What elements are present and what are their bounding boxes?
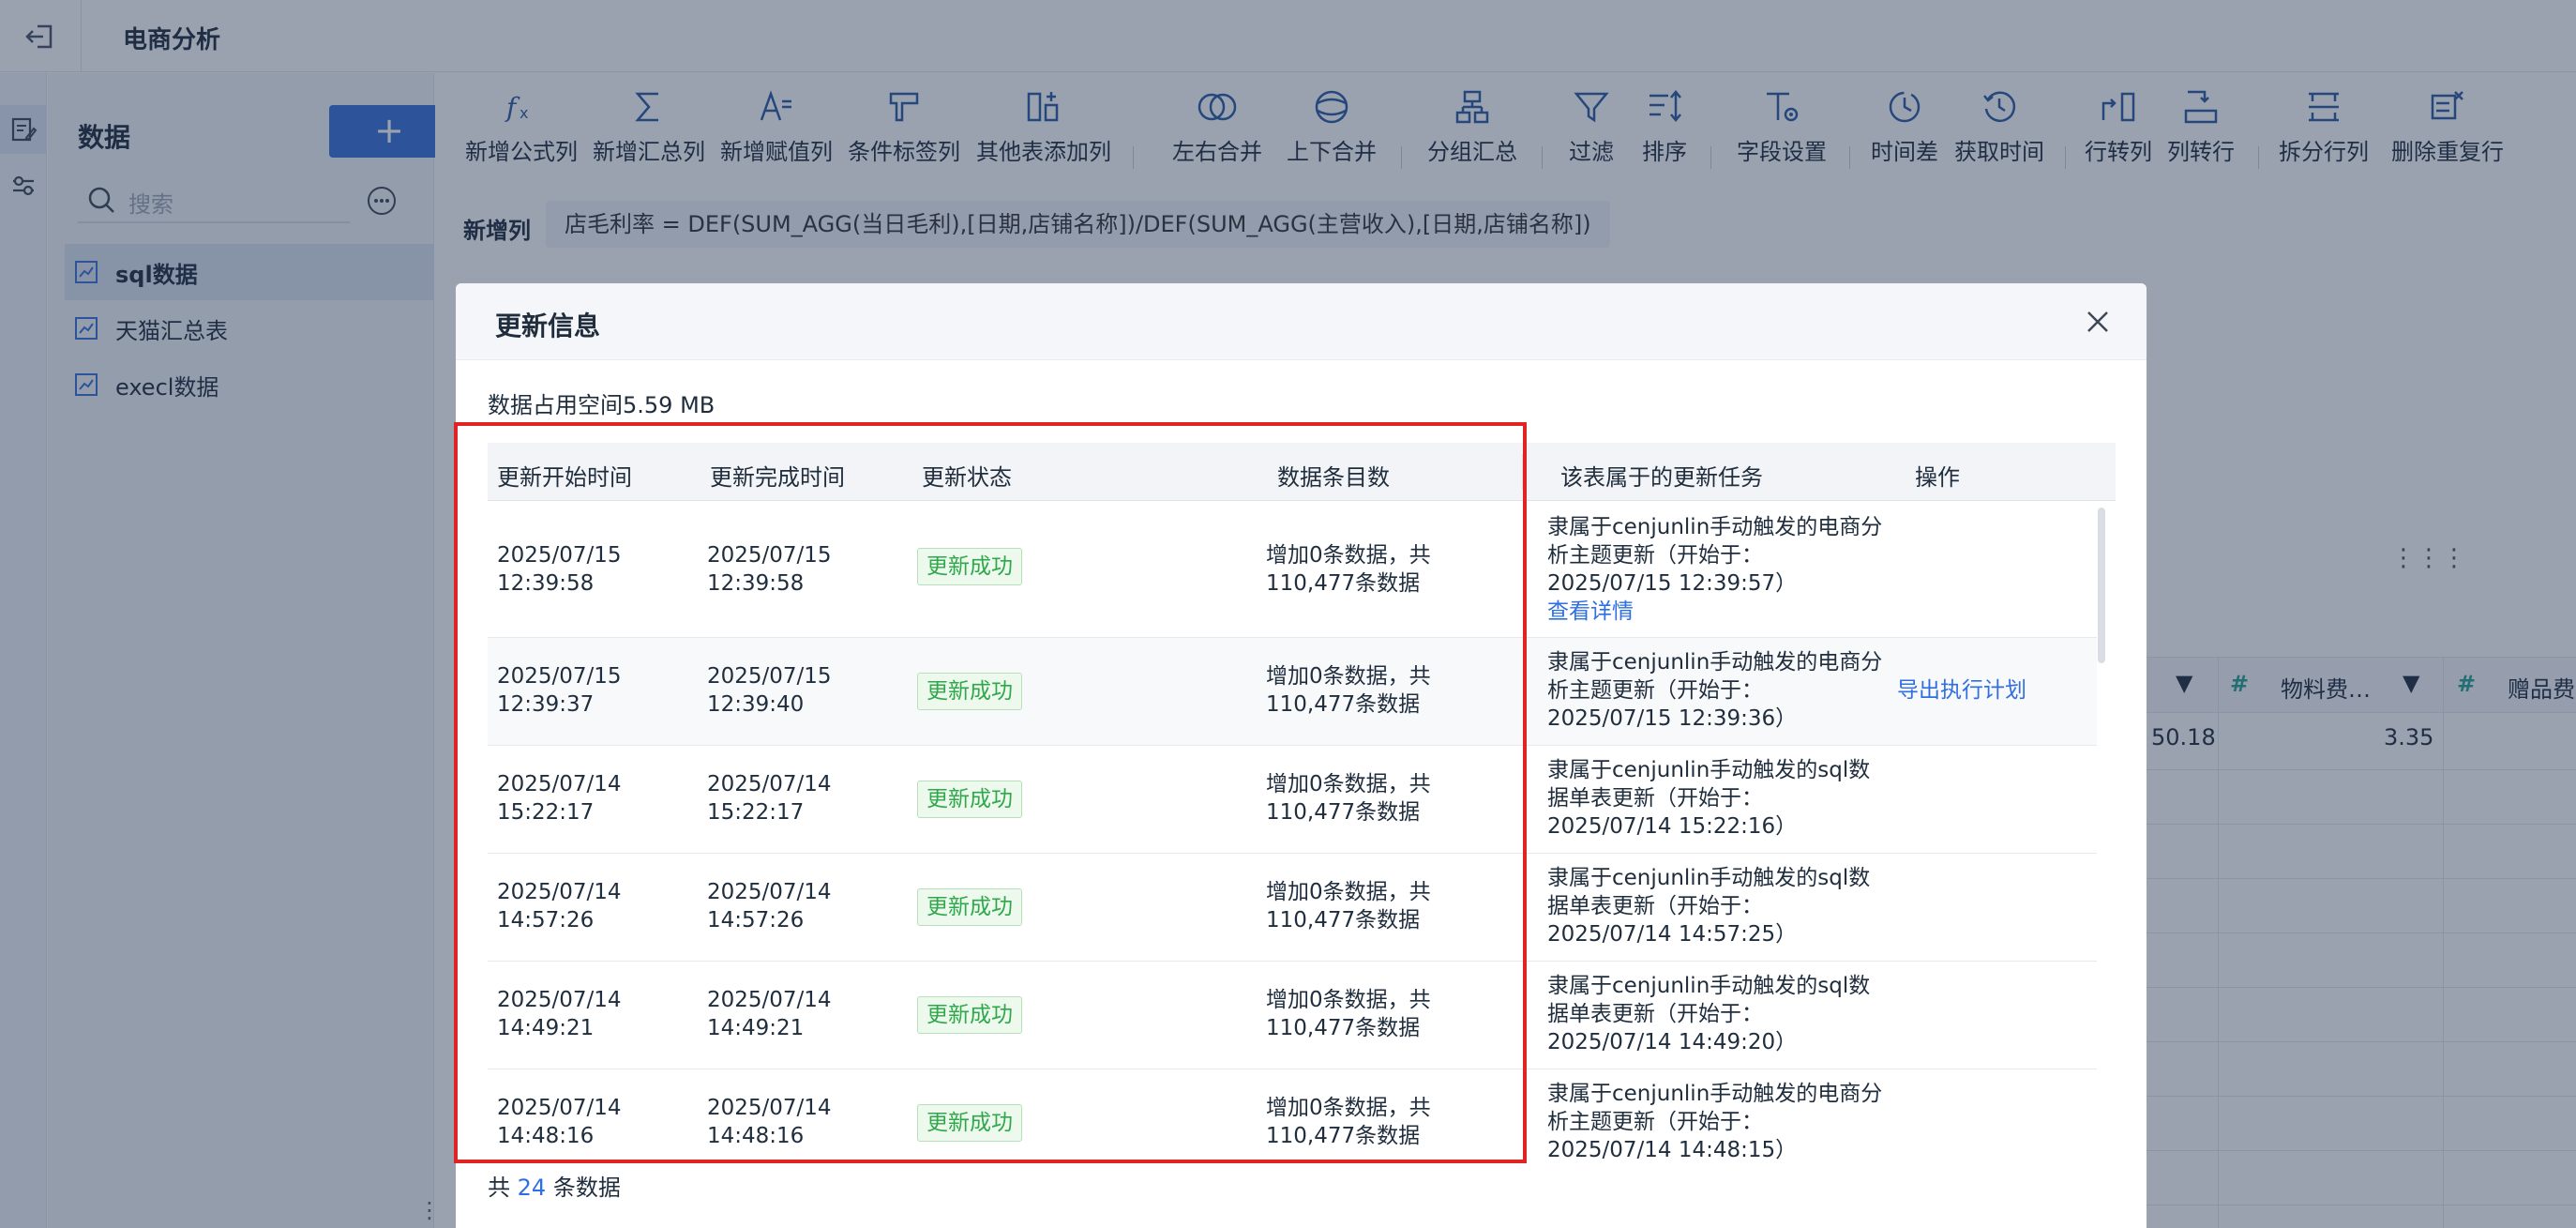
- dialog-title: 更新信息: [495, 311, 601, 341]
- update-task: 隶属于cenjunlin手动触发的sql数据单表更新（开始于：2025/07/1…: [1547, 974, 1871, 1054]
- column-header: 操作: [1915, 464, 1960, 491]
- table-scrollbar[interactable]: [2096, 502, 2107, 1164]
- update-task: 隶属于cenjunlin手动触发的电商分析主题更新（开始于：2025/07/15…: [1547, 515, 1883, 596]
- column-header: 该表属于的更新任务: [1560, 464, 1763, 491]
- footer-suffix: 条数据: [552, 1175, 621, 1201]
- update-task: 隶属于cenjunlin手动触发的sql数据单表更新（开始于：2025/07/1…: [1547, 866, 1871, 947]
- update-task: 隶属于cenjunlin手动触发的电商分析主题更新（开始于：2025/07/15…: [1547, 650, 1883, 731]
- close-icon[interactable]: [2082, 306, 2114, 338]
- scrollbar-thumb[interactable]: [2098, 508, 2105, 663]
- storage-size-label: 数据占用空间5.59 MB: [488, 392, 716, 418]
- total-count: 24: [517, 1175, 547, 1201]
- highlight-box: [454, 422, 1527, 1163]
- update-task: 隶属于cenjunlin手动触发的电商分析主题更新（开始于：2025/07/14…: [1547, 1082, 1883, 1162]
- footer-prefix: 共: [488, 1175, 510, 1201]
- view-details-link[interactable]: 查看详情: [1547, 598, 1634, 626]
- dialog-header: 更新信息: [456, 283, 2147, 360]
- update-task: 隶属于cenjunlin手动触发的sql数据单表更新（开始于：2025/07/1…: [1547, 758, 1871, 839]
- table-footer: 共 24 条数据: [488, 1169, 621, 1202]
- export-plan-link[interactable]: 导出执行计划: [1897, 676, 2026, 705]
